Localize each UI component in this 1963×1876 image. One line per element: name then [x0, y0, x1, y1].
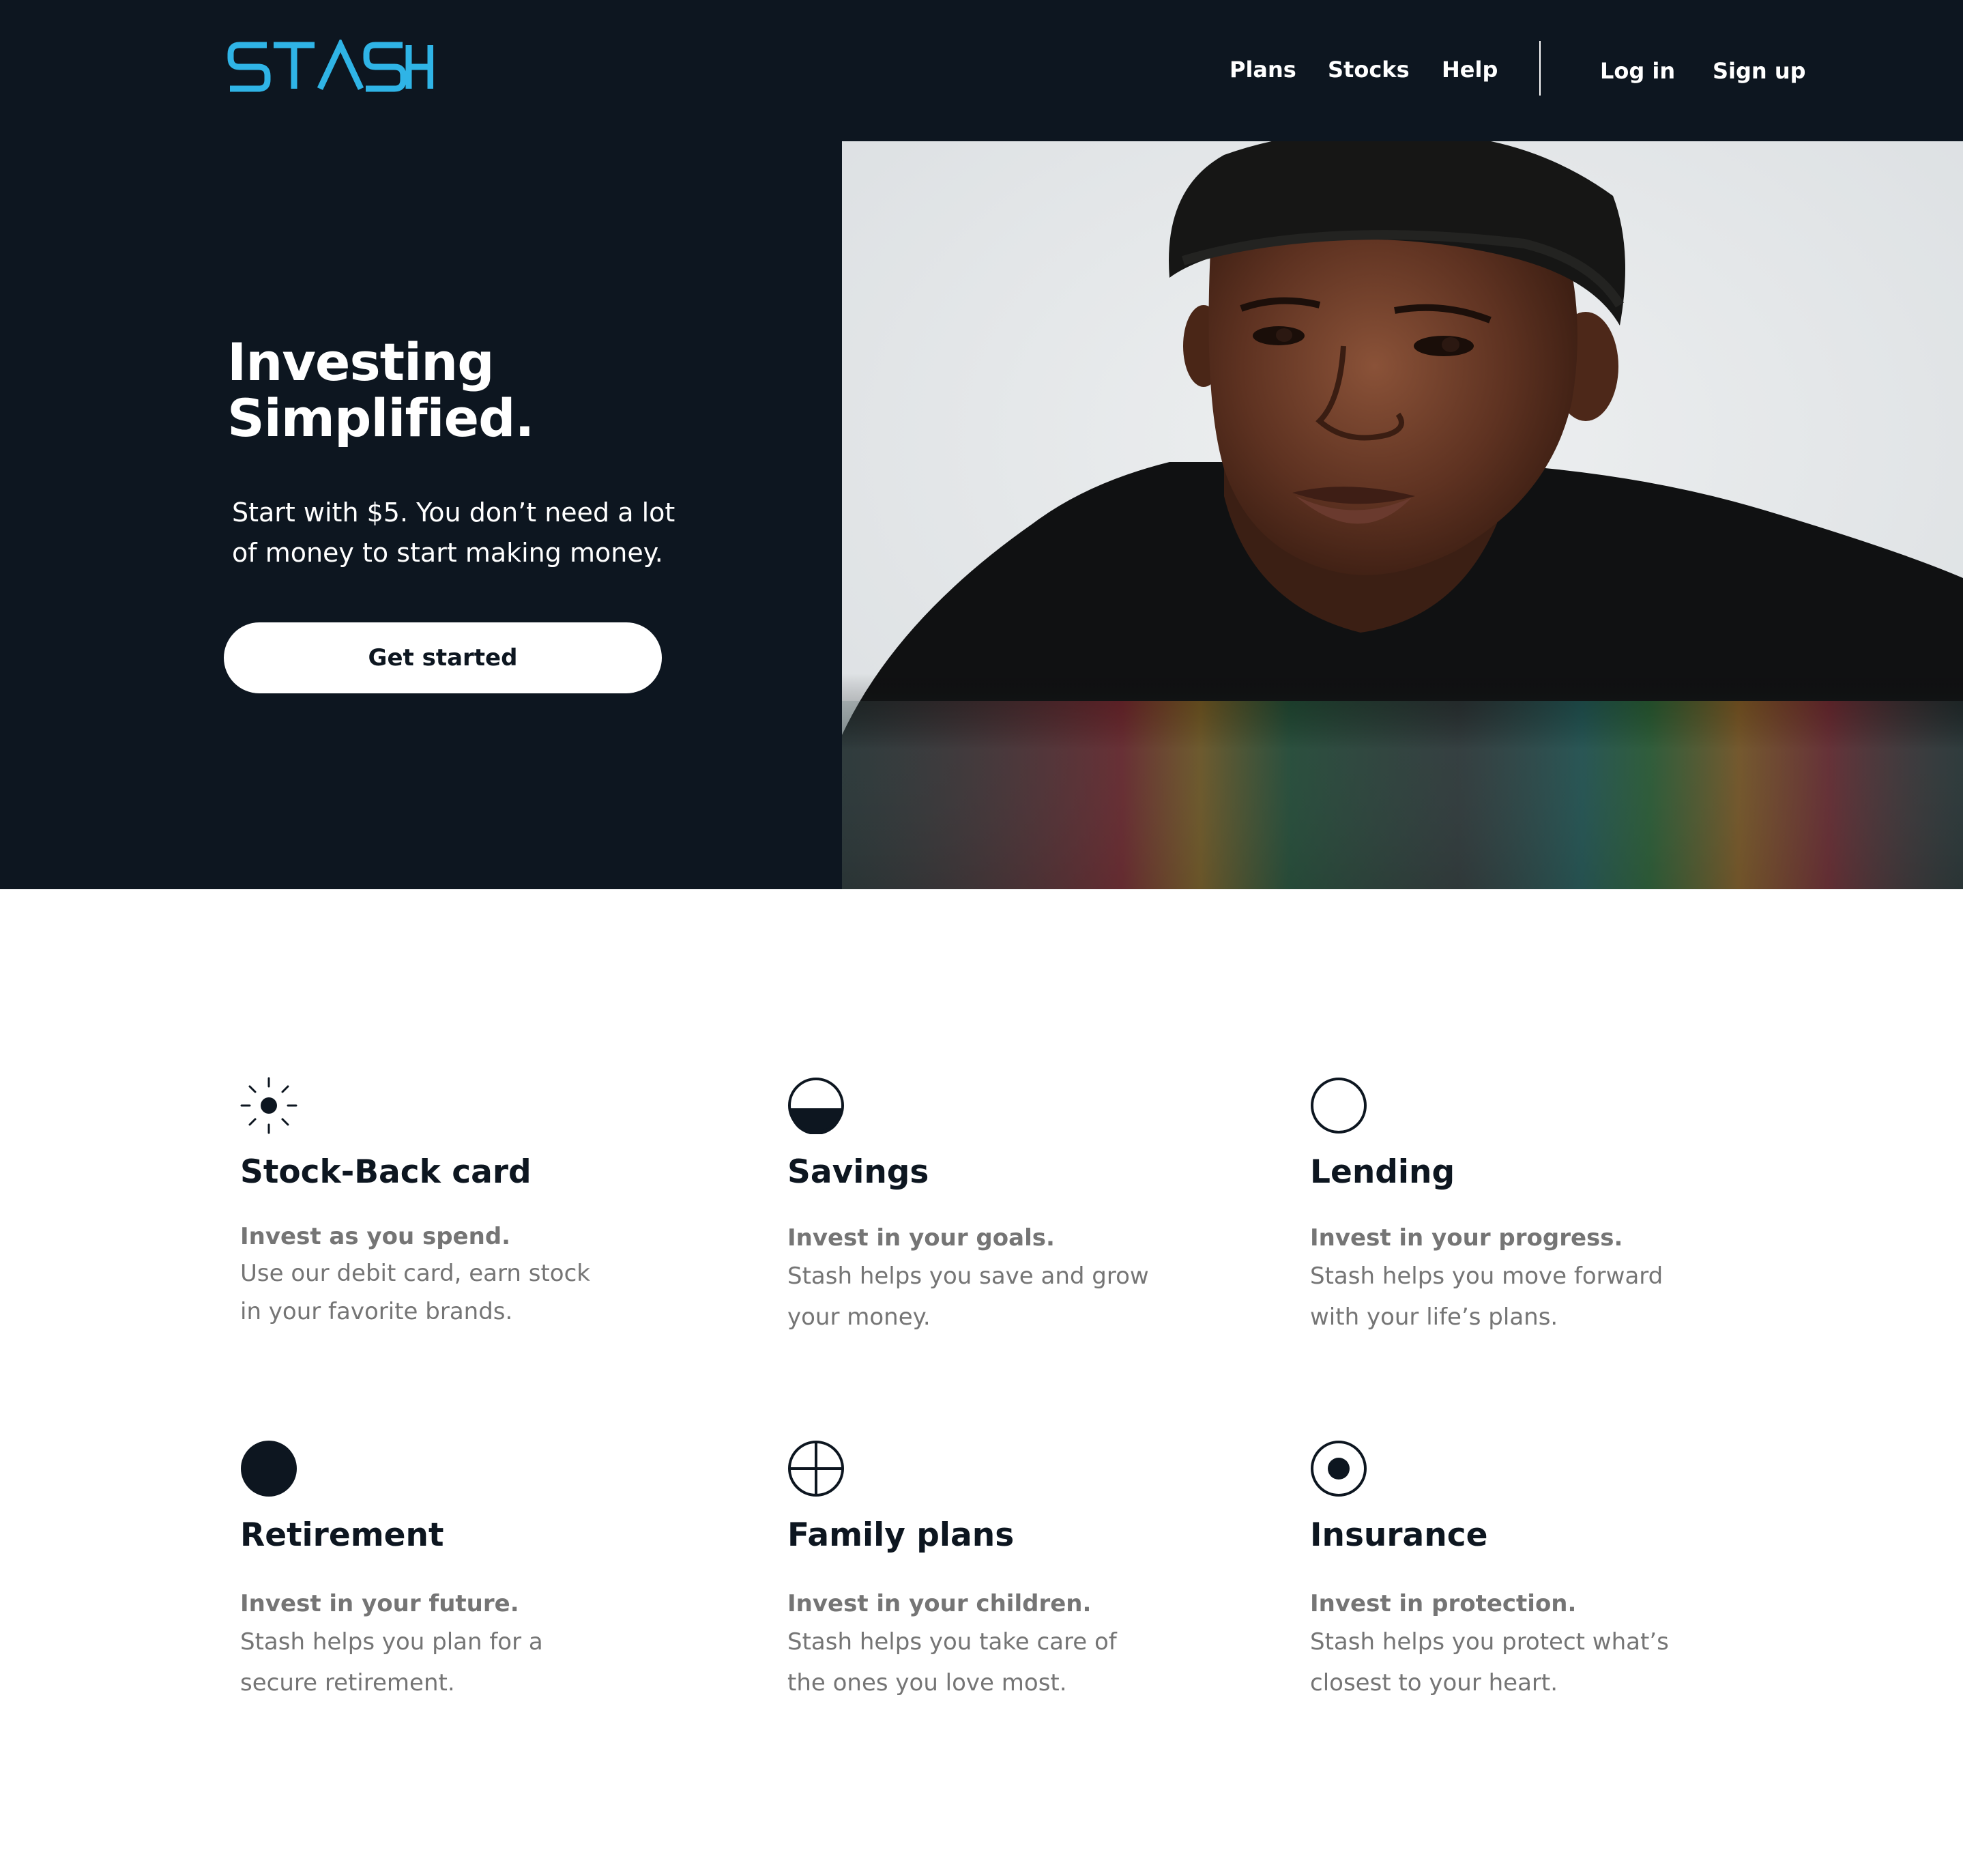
feature-title: Insurance — [1310, 1516, 1488, 1554]
feature-description-line2: in your favorite brands. — [240, 1298, 513, 1325]
feature-description: Use our debit card, earn stock in your f… — [240, 1254, 622, 1331]
feature-description-line2: secure retirement. — [240, 1669, 455, 1697]
sun-icon — [240, 1077, 297, 1134]
feature-title: Stock-Back card — [240, 1153, 532, 1191]
crosshair-circle-icon — [788, 1441, 844, 1497]
feature-subtitle: Invest in your progress. — [1310, 1224, 1623, 1252]
feature-description-line1: Stash helps you protect what’s — [1310, 1628, 1669, 1656]
hero-subtitle-line2: of money to start making money. — [232, 538, 663, 568]
feature-family-plans: Family plans Invest in your children. St… — [787, 1440, 1210, 1727]
login-link[interactable]: Log in — [1600, 55, 1675, 87]
nav-divider — [1539, 41, 1541, 96]
feature-description-line2: closest to your heart. — [1310, 1669, 1558, 1697]
circle-outline-icon — [1311, 1078, 1367, 1134]
feature-title: Savings — [787, 1153, 929, 1191]
feature-description-line2: with your life’s plans. — [1310, 1303, 1558, 1331]
get-started-button[interactable]: Get started — [224, 622, 662, 693]
feature-description-line1: Stash helps you take care of — [787, 1628, 1117, 1656]
feature-description-line1: Stash helps you move forward — [1310, 1262, 1663, 1290]
feature-savings: Savings Invest in your goals. Stash help… — [787, 1077, 1210, 1363]
feature-subtitle: Invest in protection. — [1310, 1590, 1577, 1617]
feature-title: Family plans — [787, 1516, 1015, 1554]
feature-description: Stash helps you move forward with your l… — [1310, 1256, 1692, 1338]
feature-subtitle: Invest in your children. — [787, 1590, 1092, 1617]
feature-lending: Lending Invest in your progress. Stash h… — [1310, 1077, 1747, 1363]
nav-help-link[interactable]: Help — [1442, 53, 1498, 86]
filled-circle-icon — [241, 1441, 297, 1497]
feature-subtitle: Invest in your goals. — [787, 1224, 1055, 1252]
site-header: Plans Stocks Help Log in Sign up — [0, 0, 1963, 141]
feature-description: Stash helps you take care of the ones yo… — [787, 1621, 1169, 1703]
feature-subtitle: Invest in your future. — [240, 1590, 519, 1617]
feature-title: Retirement — [240, 1516, 444, 1554]
feature-description-line1: Stash helps you save and grow — [787, 1262, 1149, 1290]
feature-description: Stash helps you protect what’s closest t… — [1310, 1621, 1692, 1703]
feature-stock-back-card: Stock-Back card Invest as you spend. Use… — [240, 1077, 663, 1363]
hero-title-line1: Investing — [227, 332, 495, 392]
feature-description-line1: Use our debit card, earn stock — [240, 1260, 590, 1287]
feature-subtitle: Invest as you spend. — [240, 1223, 511, 1250]
feature-description: Stash helps you save and grow your money… — [787, 1256, 1169, 1338]
feature-description: Stash helps you plan for a secure retire… — [240, 1621, 622, 1703]
nav-plans-link[interactable]: Plans — [1230, 53, 1296, 86]
feature-description-line1: Stash helps you plan for a — [240, 1628, 543, 1656]
stash-logo[interactable] — [227, 40, 433, 94]
feature-retirement: Retirement Invest in your future. Stash … — [240, 1440, 663, 1727]
nav-stocks-link[interactable]: Stocks — [1328, 53, 1410, 86]
hero-title: Investing Simplified. — [227, 334, 746, 446]
signup-link[interactable]: Sign up — [1713, 55, 1806, 87]
feature-title: Lending — [1310, 1153, 1455, 1191]
hero-title-line2: Simplified. — [227, 388, 534, 448]
feature-insurance: Insurance Invest in protection. Stash he… — [1310, 1440, 1747, 1727]
hero-subtitle: Start with $5. You don’t need a lot of m… — [232, 493, 723, 573]
hero-subtitle-line1: Start with $5. You don’t need a lot — [232, 497, 675, 528]
half-circle-icon — [788, 1078, 844, 1134]
hero-portrait-photo — [842, 141, 1963, 889]
feature-description-line2: your money. — [787, 1303, 931, 1331]
target-circle-icon — [1311, 1441, 1367, 1497]
feature-description-line2: the ones you love most. — [787, 1669, 1067, 1697]
